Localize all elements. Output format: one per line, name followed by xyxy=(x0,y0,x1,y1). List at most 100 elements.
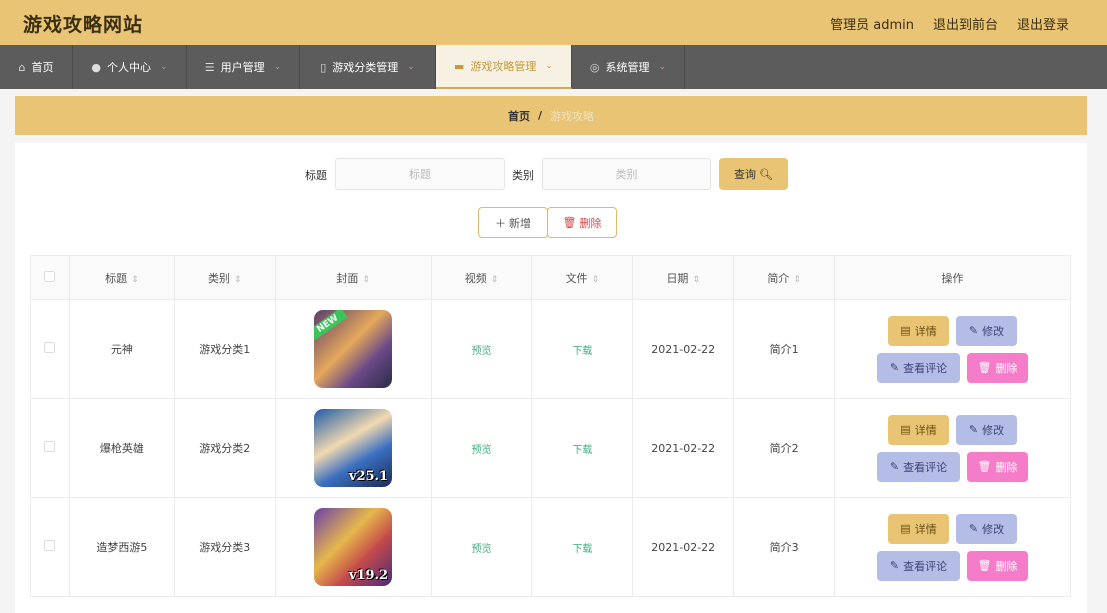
col-header-category[interactable]: 类别 ⇕ xyxy=(173,255,276,300)
edit-label: 修改 xyxy=(982,423,1005,437)
admin-label: 管理员 admin xyxy=(830,18,914,33)
delete-label: 删除 xyxy=(995,361,1018,375)
sort-icon: ⇕ xyxy=(131,274,139,285)
col-header-file[interactable]: 文件 ⇕ xyxy=(531,255,634,300)
main-nav: ⌂ 首页 ● 个人中心 ⌄ ☰ 用户管理 ⌄ ▯ 游戏分类管理 ⌄ ▬ 游戏攻略… xyxy=(0,45,1107,89)
nav-item-label: 首页 xyxy=(31,61,54,74)
comments-label: 查看评论 xyxy=(903,361,948,375)
chevron-down-icon: ⌄ xyxy=(160,62,168,72)
edit-button[interactable]: ✎ 修改 xyxy=(956,513,1017,544)
cell-title: 元神 xyxy=(68,299,175,399)
title-search-input[interactable] xyxy=(335,158,505,190)
video-preview-link[interactable]: 预览 xyxy=(471,445,491,456)
cell-category: 游戏分类3 xyxy=(173,497,276,597)
row-select-cell[interactable] xyxy=(30,299,70,399)
select-all-cell[interactable] xyxy=(30,255,70,300)
chevron-down-icon: ⌄ xyxy=(407,62,415,72)
col-header-title[interactable]: 标题 ⇕ xyxy=(68,255,175,300)
edit-button[interactable]: ✎ 修改 xyxy=(956,414,1017,445)
detail-button[interactable]: ▤ 详情 xyxy=(888,315,949,346)
col-header-intro[interactable]: 简介 ⇕ xyxy=(733,255,836,300)
nav-item-system[interactable]: ◎ 系统管理 ⌄ xyxy=(572,45,685,89)
cover-version: v25.1 xyxy=(348,469,389,484)
title-label: 标题 xyxy=(305,169,327,182)
select-all-checkbox[interactable] xyxy=(44,270,56,282)
video-preview-link[interactable]: 预览 xyxy=(471,544,491,555)
settings-icon: ◎ xyxy=(589,60,600,74)
col-header-label: 文件 xyxy=(565,271,588,285)
detail-button[interactable]: ▤ 详情 xyxy=(888,414,949,445)
batch-delete-button[interactable]: 🗑︎ 删除 xyxy=(547,207,617,238)
trash-icon: 🗑︎ xyxy=(977,559,992,572)
row-select-cell[interactable] xyxy=(30,398,70,498)
nav-item-label: 个人中心 xyxy=(107,61,152,74)
cell-title: 造梦西游5 xyxy=(68,497,175,597)
cell-file: 下载 xyxy=(531,497,634,597)
breadcrumb-home[interactable]: 首页 xyxy=(508,108,530,124)
detail-button[interactable]: ▤ 详情 xyxy=(888,513,949,544)
cell-actions: ▤ 详情 ✎ 修改 ✎ 查看评论 🗑︎ 删除 xyxy=(834,398,1071,498)
col-header-cover[interactable]: 封面 ⇕ xyxy=(274,255,432,300)
cell-video: 预览 xyxy=(430,497,533,597)
pencil-icon: ✎ xyxy=(968,324,979,337)
cell-intro: 简介1 xyxy=(733,299,836,399)
row-delete-button[interactable]: 🗑︎ 删除 xyxy=(967,550,1028,581)
col-header-date[interactable]: 日期 ⇕ xyxy=(632,255,735,300)
cell-intro: 简介3 xyxy=(733,497,836,597)
comments-label: 查看评论 xyxy=(903,460,948,474)
cell-video: 预览 xyxy=(430,299,533,399)
nav-item-personal-center[interactable]: ● 个人中心 ⌄ xyxy=(73,45,187,89)
edit-label: 修改 xyxy=(982,324,1005,338)
breadcrumb-separator: / xyxy=(537,109,543,122)
view-comments-button[interactable]: ✎ 查看评论 xyxy=(877,352,960,383)
nav-item-label: 用户管理 xyxy=(220,61,265,74)
cover-image: v25.1 xyxy=(314,409,393,487)
file-download-link[interactable]: 下载 xyxy=(572,544,592,555)
row-checkbox[interactable] xyxy=(44,342,56,353)
file-download-link[interactable]: 下载 xyxy=(572,445,592,456)
header-links: 管理员 admin 退出到前台 退出登录 xyxy=(830,14,1069,33)
view-comments-button[interactable]: ✎ 查看评论 xyxy=(877,451,960,482)
query-button[interactable]: 查询 🔍︎ xyxy=(719,158,788,190)
document-icon: ▤ xyxy=(900,522,911,535)
video-preview-link[interactable]: 预览 xyxy=(471,346,491,357)
add-button[interactable]: ＋ 新增 xyxy=(478,207,548,238)
sliders-icon: ☰ xyxy=(204,60,215,74)
col-header-actions: 操作 xyxy=(834,255,1071,300)
cell-cover: NEW xyxy=(274,299,432,399)
nav-item-user-management[interactable]: ☰ 用户管理 ⌄ xyxy=(187,45,300,89)
home-icon: ⌂ xyxy=(18,60,26,74)
category-search-input[interactable] xyxy=(542,158,711,190)
cell-cover: v19.2 xyxy=(274,497,432,597)
detail-label: 详情 xyxy=(914,423,937,437)
nav-item-game-category[interactable]: ▯ 游戏分类管理 ⌄ xyxy=(300,45,436,89)
cell-date: 2021-02-22 xyxy=(632,497,735,597)
nav-item-game-guide[interactable]: ▬ 游戏攻略管理 ⌄ xyxy=(436,45,572,89)
file-download-link[interactable]: 下载 xyxy=(572,346,592,357)
sort-icon: ⇕ xyxy=(362,274,370,285)
trash-icon: 🗑︎ xyxy=(977,460,992,473)
cell-cover: v25.1 xyxy=(274,398,432,498)
row-select-cell[interactable] xyxy=(30,497,70,597)
edit-button[interactable]: ✎ 修改 xyxy=(956,315,1017,346)
breadcrumb: 首页 / 游戏攻略 xyxy=(15,96,1087,135)
nav-item-home[interactable]: ⌂ 首页 xyxy=(0,45,73,89)
plus-icon: ＋ xyxy=(495,216,506,230)
table-row: 爆枪英雄 游戏分类2 v25.1 预览 下载 2021-02-22 简介2 ▤ 详… xyxy=(30,398,1071,498)
row-delete-button[interactable]: 🗑︎ 删除 xyxy=(967,451,1028,482)
row-checkbox[interactable] xyxy=(44,540,56,551)
document-icon: ▤ xyxy=(900,423,911,436)
back-to-front-link[interactable]: 退出到前台 xyxy=(933,14,998,33)
content-panel: 标题 类别 查询 🔍︎ ＋ 新增 🗑︎ 删除 标题⇕ 类别⇕ 封面⇕ 视频⇕ 文… xyxy=(15,143,1087,613)
col-header-video[interactable]: 视频 ⇕ xyxy=(430,255,533,300)
batch-delete-label: 删除 xyxy=(579,216,602,230)
search-icon: 🔍︎ xyxy=(759,167,773,181)
sort-icon: ⇕ xyxy=(793,274,801,285)
col-header-label: 日期 xyxy=(666,271,689,285)
view-comments-button[interactable]: ✎ 查看评论 xyxy=(877,550,960,581)
row-delete-button[interactable]: 🗑︎ 删除 xyxy=(967,352,1028,383)
logout-link[interactable]: 退出登录 xyxy=(1017,14,1069,33)
row-checkbox[interactable] xyxy=(44,441,56,452)
sort-icon: ⇕ xyxy=(490,274,499,285)
cell-date: 2021-02-22 xyxy=(632,398,735,498)
